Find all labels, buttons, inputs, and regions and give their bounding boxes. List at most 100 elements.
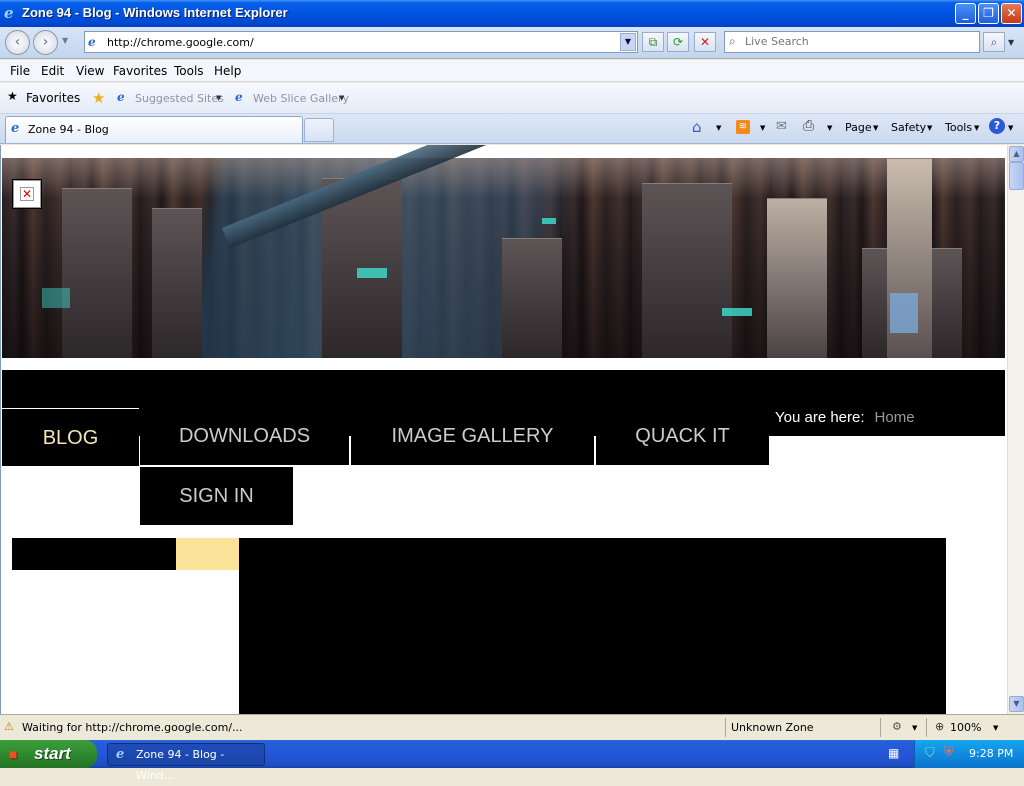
refresh-button[interactable]: ⟳ — [667, 32, 689, 52]
search-icon: ⌕ — [729, 34, 736, 48]
forward-button[interactable]: › — [33, 30, 58, 55]
nav-image-gallery[interactable]: IMAGE GALLERY — [351, 407, 594, 465]
web-slice-icon: e — [235, 90, 243, 104]
nav-quack-it[interactable]: QUACK IT — [596, 407, 769, 465]
tab-title: Zone 94 - Blog — [28, 123, 109, 136]
clock[interactable]: 9:28 PM — [969, 747, 1013, 760]
back-button[interactable]: ‹ — [5, 30, 30, 55]
page-menu-button[interactable]: Page — [845, 121, 872, 134]
sidebar-header-block — [12, 538, 176, 570]
taskbar-item-label: Zone 94 - Blog - Wind... — [136, 748, 225, 782]
keyboard-icon[interactable]: ▦ — [888, 746, 899, 760]
menu-help[interactable]: Help — [214, 64, 241, 78]
broken-image-placeholder: ✕ — [12, 179, 42, 209]
home-dropdown-icon[interactable]: ▼ — [716, 124, 721, 132]
security-shield-icon[interactable]: ⛨ — [944, 745, 954, 760]
windows-flag-icon: ■ — [9, 746, 18, 762]
ie-logo-icon: e — [4, 4, 14, 22]
status-bar: ⚠ Waiting for http://chrome.google.com/.… — [0, 714, 1024, 739]
read-mail-icon[interactable]: ✉ — [776, 119, 787, 134]
taskbar-item-ie[interactable]: e Zone 94 - Blog - Wind... — [107, 743, 265, 782]
taskbar: ■ start e Zone 94 - Blog - Wind... ▦ ⛉ ⛨… — [0, 740, 1024, 782]
breadcrumb-home-link[interactable]: Home — [875, 409, 915, 426]
protected-mode-dropdown-icon[interactable]: ▼ — [912, 724, 917, 732]
safety-dropdown-icon: ▼ — [927, 124, 933, 132]
tab-row: e Zone 94 - Blog ⌂ ▼ ≋ ▼ ✉ ⎙ ▼ Page ▼ Sa… — [0, 114, 1024, 144]
scroll-up-button[interactable]: ▲ — [1009, 146, 1024, 162]
vertical-scrollbar[interactable]: ▲ ▼ — [1007, 145, 1024, 714]
suggested-sites-icon: e — [117, 90, 125, 104]
address-dropdown-button[interactable]: ▼ — [620, 33, 636, 51]
zoom-icon: ⊕ — [935, 720, 945, 733]
warning-icon: ⚠ — [4, 720, 14, 733]
web-slice-gallery-link[interactable]: Web Slice Gallery — [253, 92, 349, 105]
web-slice-dropdown-icon[interactable]: ▼ — [339, 94, 344, 102]
menu-edit[interactable]: Edit — [41, 64, 64, 78]
search-options-dropdown-icon[interactable]: ▼ — [1008, 38, 1014, 47]
search-input[interactable] — [745, 35, 965, 48]
menu-file[interactable]: File — [10, 64, 30, 78]
scroll-thumb[interactable] — [1009, 162, 1024, 190]
add-to-favorites-icon[interactable]: ★ — [92, 89, 105, 107]
network-icon[interactable]: ⛉ — [925, 746, 935, 761]
home-icon[interactable]: ⌂ — [692, 118, 702, 136]
favorites-bar: ★ Favorites ★ e Suggested Sites ▼ e Web … — [0, 83, 1024, 114]
menu-bar: File Edit View Favorites Tools Help — [0, 60, 1024, 82]
start-button[interactable]: ■ start — [0, 740, 97, 768]
page-viewport[interactable]: ✕ BLOG DOWNLOADS IMAGE GALLERY QUACK IT … — [0, 145, 1007, 714]
taskbar-ie-icon: e — [116, 747, 125, 762]
tools-dropdown-icon: ▼ — [974, 124, 980, 132]
address-bar[interactable]: e http://chrome.google.com/ ▼ — [84, 31, 638, 53]
breadcrumb: You are here: Home — [775, 409, 915, 426]
close-window-button[interactable]: ✕ — [1001, 3, 1022, 24]
favorites-button[interactable]: Favorites — [26, 91, 80, 105]
main-content-block — [239, 538, 946, 714]
favorites-star-icon: ★ — [7, 89, 18, 103]
sidebar-accent-block — [176, 538, 239, 570]
search-box[interactable]: ⌕ — [724, 31, 980, 53]
window-title: Zone 94 - Blog - Windows Internet Explor… — [22, 5, 288, 20]
protected-mode-icon[interactable]: ⚙ — [892, 720, 902, 733]
tab-page-icon: e — [11, 121, 20, 136]
menu-tools[interactable]: Tools — [174, 64, 204, 78]
start-label: start — [34, 744, 71, 763]
zoom-dropdown-icon[interactable]: ▼ — [993, 724, 998, 732]
help-dropdown-icon[interactable]: ▼ — [1008, 124, 1013, 132]
window-title-bar[interactable]: e Zone 94 - Blog - Windows Internet Expl… — [0, 0, 1024, 27]
feeds-icon[interactable]: ≋ — [736, 120, 750, 134]
menu-favorites[interactable]: Favorites — [113, 64, 167, 78]
page-icon: e — [88, 35, 96, 49]
security-zone[interactable]: Unknown Zone — [731, 721, 814, 734]
suggested-sites-link[interactable]: Suggested Sites — [135, 92, 224, 105]
suggested-sites-dropdown-icon[interactable]: ▼ — [216, 94, 221, 102]
search-go-button[interactable]: ⌕ — [983, 32, 1005, 52]
breadcrumb-label: You are here: — [775, 409, 865, 426]
recent-pages-dropdown-icon[interactable]: ▼ — [62, 36, 68, 45]
system-tray: ⛉ ⛨ 9:28 PM — [914, 740, 1024, 768]
address-url[interactable]: http://chrome.google.com/ — [107, 36, 254, 49]
feeds-dropdown-icon[interactable]: ▼ — [760, 124, 765, 132]
help-icon[interactable]: ? — [989, 118, 1005, 134]
restore-button[interactable]: ❐ — [978, 3, 999, 24]
print-dropdown-icon[interactable]: ▼ — [827, 124, 832, 132]
nav-sign-in[interactable]: SIGN IN — [140, 467, 293, 525]
address-toolbar: ‹ › ▼ e http://chrome.google.com/ ▼ ⧉ ⟳ … — [0, 27, 1024, 59]
page-dropdown-icon: ▼ — [873, 124, 879, 132]
billboard-screen — [890, 293, 918, 333]
compatibility-view-button[interactable]: ⧉ — [642, 32, 664, 52]
tools-menu-button[interactable]: Tools — [945, 121, 972, 134]
new-tab-button[interactable] — [304, 118, 334, 142]
nav-blog[interactable]: BLOG — [2, 408, 139, 466]
status-message: Waiting for http://chrome.google.com/... — [22, 721, 243, 734]
broken-image-icon: ✕ — [20, 187, 34, 201]
print-icon[interactable]: ⎙ — [803, 118, 814, 134]
minimize-button[interactable]: _ — [955, 3, 976, 24]
zoom-level[interactable]: 100% — [950, 721, 981, 734]
menu-view[interactable]: View — [76, 64, 104, 78]
stop-button[interactable]: ✕ — [694, 32, 716, 52]
tab-zone94-blog[interactable]: e Zone 94 - Blog — [5, 116, 303, 143]
nav-downloads[interactable]: DOWNLOADS — [140, 407, 349, 465]
header-banner-image — [2, 145, 1005, 358]
scroll-down-button[interactable]: ▼ — [1009, 696, 1024, 712]
safety-menu-button[interactable]: Safety — [891, 121, 926, 134]
